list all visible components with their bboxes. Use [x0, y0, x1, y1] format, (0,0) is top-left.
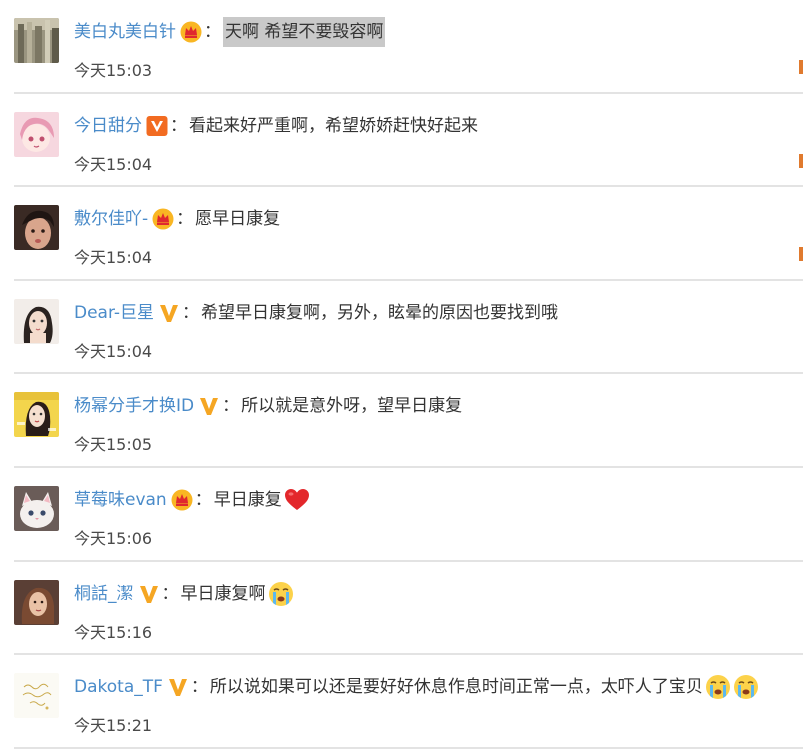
comment-item: 美白丸美白针 ： 天啊 希望不要毁容啊 今天15:03: [0, 0, 803, 94]
username-link[interactable]: 今日甜分: [74, 114, 142, 138]
username-link[interactable]: 美白丸美白针: [74, 20, 176, 44]
avatar[interactable]: [14, 485, 59, 531]
crown-badge-icon: [152, 208, 174, 230]
comment-line: Dakota_TF ： 所以说如果可以还是要好好休息作息时间正常一点，太吓人了宝…: [74, 670, 759, 704]
verified-v-icon: [158, 302, 180, 324]
crying-face-icon: [705, 674, 731, 700]
comment-line: 敷尔佳吖- ： 愿早日康复: [74, 202, 280, 236]
avatar[interactable]: [14, 205, 59, 251]
comment-item: 今日甜分 ： 看起来好严重啊，希望娇娇赶快好起来 今天15:04: [0, 94, 803, 188]
reply-marker[interactable]: [799, 60, 803, 74]
comment-time: 今天15:16: [74, 622, 153, 642]
heart-icon: [284, 487, 310, 513]
username-link[interactable]: Dakota_TF: [74, 675, 163, 699]
comment-line: Dear-巨星 ： 希望早日康复啊，另外，眩晕的原因也要找到哦: [74, 296, 558, 330]
comment-time: 今天15:04: [74, 248, 153, 268]
comment-text: 所以说如果可以还是要好好休息作息时间正常一点，太吓人了宝贝: [209, 677, 703, 698]
comment-time: 今天15:04: [74, 341, 153, 361]
comment-text: 看起来好严重啊，希望娇娇赶快好起来: [189, 115, 478, 136]
comment-text: 早日康复啊: [180, 583, 266, 604]
reply-marker[interactable]: [799, 247, 803, 262]
comment-line: 桐話_潔 ： 早日康复啊: [74, 577, 294, 611]
comment-line: 今日甜分 ： 看起来好严重啊，希望娇娇赶快好起来: [74, 109, 478, 143]
avatar[interactable]: [14, 579, 59, 625]
avatar[interactable]: [14, 298, 59, 344]
comment-text: 早日康复: [213, 489, 282, 510]
separator: ：: [161, 583, 179, 604]
comment-line: 美白丸美白针 ： 天啊 希望不要毁容啊: [74, 15, 386, 49]
comment-text: 愿早日康复: [195, 209, 281, 230]
comment-list: 美白丸美白针 ： 天啊 希望不要毁容啊 今天15:03 今日甜分 ： 看起来好严…: [0, 0, 803, 749]
username-link[interactable]: Dear-巨星: [74, 301, 154, 325]
verified-v-icon: [198, 395, 220, 417]
crown-badge-icon: [171, 489, 193, 511]
separator: ：: [222, 396, 240, 417]
comment-text: 天啊 希望不要毁容啊: [223, 17, 386, 47]
username-link[interactable]: 桐話_潔: [74, 582, 134, 606]
comment-time: 今天15:06: [74, 528, 153, 548]
username-link[interactable]: 草莓味evan: [74, 488, 167, 512]
crying-face-icon: [733, 674, 759, 700]
separator: ：: [176, 209, 194, 230]
username-link[interactable]: 杨幂分手才换ID: [74, 394, 194, 418]
comment-item: 草莓味evan ： 早日康复 今天15:06: [0, 468, 803, 562]
avatar[interactable]: [14, 111, 59, 157]
separator: ：: [190, 677, 208, 698]
divider: [14, 746, 803, 749]
comment-text: 所以就是意外呀，望早日康复: [241, 396, 463, 417]
crown-badge-icon: [180, 21, 202, 43]
comment-time: 今天15:04: [74, 154, 153, 174]
separator: ：: [170, 115, 187, 136]
avatar[interactable]: [14, 673, 59, 719]
avatar[interactable]: [14, 392, 59, 438]
reply-marker[interactable]: [799, 153, 803, 168]
comment-line: 杨幂分手才换ID ： 所以就是意外呀，望早日康复: [74, 389, 462, 423]
separator: ：: [204, 22, 221, 42]
comment-time: 今天15:21: [74, 716, 153, 736]
username-link[interactable]: 敷尔佳吖-: [74, 207, 148, 231]
separator: ：: [182, 302, 200, 323]
comment-item: 杨幂分手才换ID ： 所以就是意外呀，望早日康复 今天15:05: [0, 374, 803, 468]
verified-v-icon: [138, 583, 160, 605]
comment-item: Dakota_TF ： 所以说如果可以还是要好好休息作息时间正常一点，太吓人了宝…: [0, 655, 803, 749]
verified-v-icon: [167, 676, 189, 698]
crying-face-icon: [268, 581, 294, 607]
comment-time: 今天15:05: [74, 435, 153, 455]
comment-item: 桐話_潔 ： 早日康复啊 今天15:16: [0, 562, 803, 656]
comment-item: 敷尔佳吖- ： 愿早日康复 今天15:04: [0, 187, 803, 281]
separator: ：: [194, 489, 212, 510]
avatar[interactable]: [14, 18, 59, 63]
comment-time: 今天15:03: [74, 61, 153, 80]
comment-line: 草莓味evan ： 早日康复: [74, 483, 310, 517]
verified-v-icon: [146, 115, 168, 137]
comment-item: Dear-巨星 ： 希望早日康复啊，另外，眩晕的原因也要找到哦 今天15:04: [0, 281, 803, 375]
comment-text: 希望早日康复啊，另外，眩晕的原因也要找到哦: [201, 302, 559, 323]
